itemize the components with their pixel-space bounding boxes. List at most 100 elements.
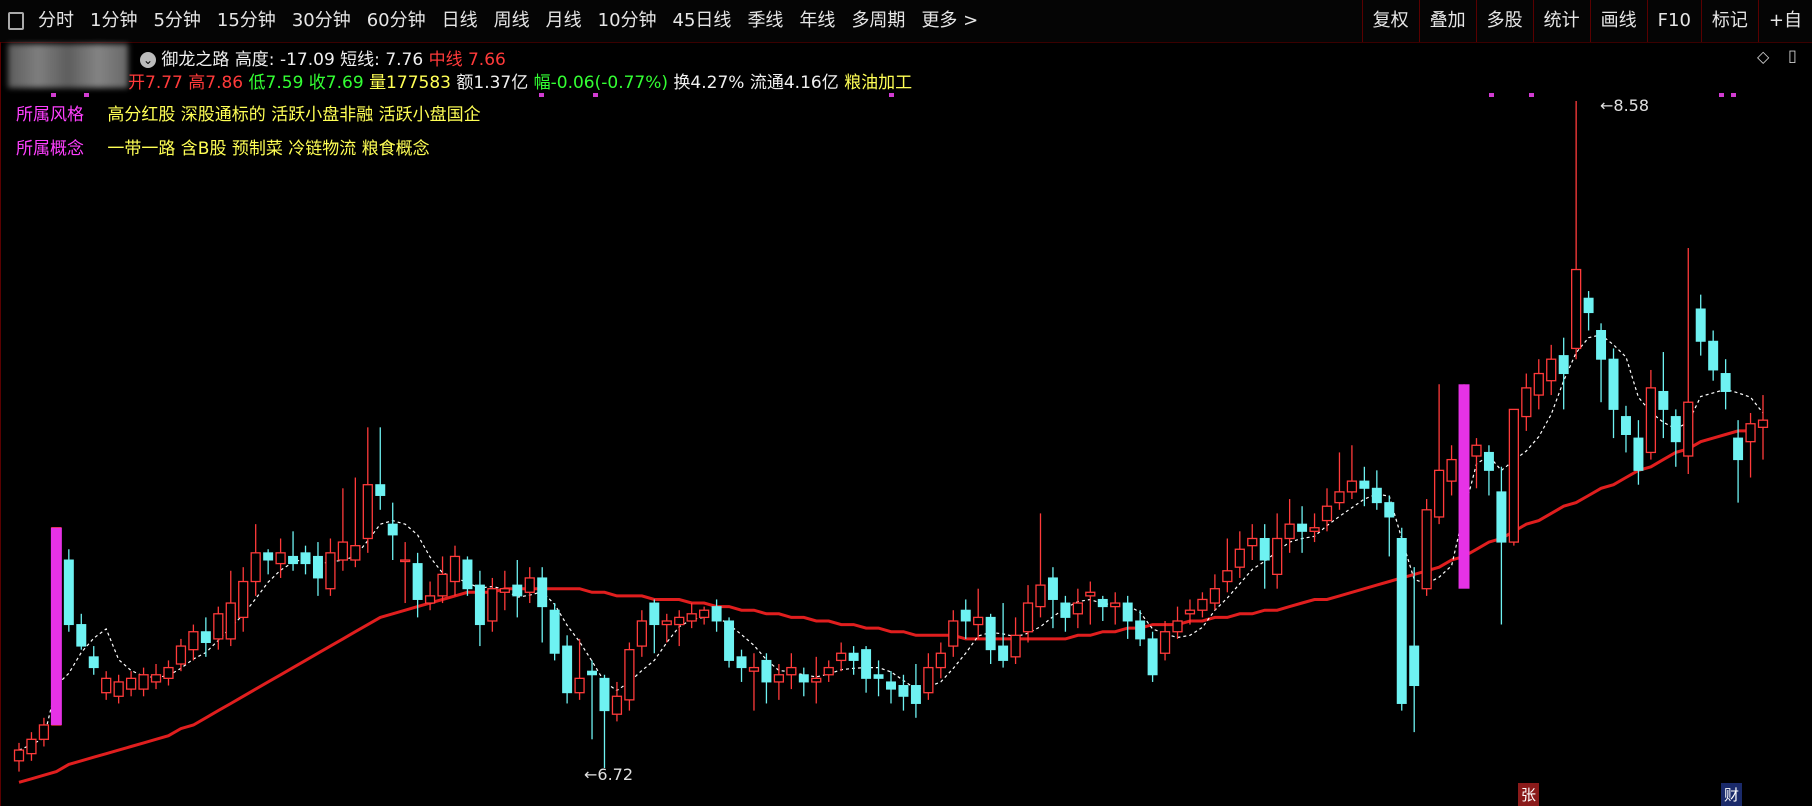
candle-body-down <box>412 563 423 600</box>
candle-body-down <box>387 523 398 536</box>
candle-body-down <box>587 670 598 676</box>
header-row-2: 开7.77 高7.86 低7.59 收7.69 量177583 额1.37亿 幅… <box>128 68 912 93</box>
finance-tag[interactable]: 财 <box>1721 783 1743 806</box>
period-tab-13[interactable]: 多周期 <box>843 0 913 42</box>
action-button-1[interactable]: 叠加 <box>1418 0 1476 42</box>
candle-body-up <box>661 620 672 626</box>
candle-body-down <box>1708 340 1719 371</box>
candle-body-up <box>275 552 286 565</box>
period-tabs: 分时 1分钟 5分钟 15分钟 30分钟 60分钟 日线 周线 月线 10分钟 45日线 季线 年线 多周… <box>0 0 986 42</box>
action-button-3[interactable]: 统计 <box>1532 0 1590 42</box>
turnover: 换4.27% <box>673 73 745 93</box>
period-tab-10[interactable]: 45日线 <box>665 0 740 42</box>
candle-body-up <box>113 681 124 697</box>
change: 幅-0.06(-0.77%) <box>533 73 669 93</box>
candle-body-up <box>238 580 249 619</box>
candle-body-up <box>823 666 834 676</box>
candle-body-up <box>1745 423 1756 443</box>
candle-body-up <box>1757 419 1769 428</box>
high-price-label: ←8.58 <box>1600 96 1650 115</box>
candle-body-up <box>524 577 535 593</box>
signal-marker <box>539 93 544 97</box>
candle-body-up <box>163 666 174 679</box>
candle-body-down <box>985 616 996 651</box>
candle-body-up <box>487 588 498 622</box>
candle-body-down <box>375 484 386 496</box>
candle-body-down <box>1670 416 1681 443</box>
scroll-icon[interactable]: ▯ <box>1788 46 1797 65</box>
candle-body-up <box>1446 458 1457 482</box>
candle-body-up <box>1234 548 1245 568</box>
action-button-2[interactable]: 多股 <box>1475 0 1533 42</box>
candle-body-up <box>125 677 137 690</box>
close-price: 收7.69 <box>308 73 364 93</box>
height-label: 高度: <box>234 50 275 70</box>
window-icon[interactable] <box>8 12 24 30</box>
ma-long-line <box>18 429 1751 784</box>
period-tab-9[interactable]: 10分钟 <box>590 0 665 42</box>
period-tab-0[interactable]: 分时 <box>30 0 82 42</box>
candle-body-down <box>960 609 971 622</box>
candle-body-up <box>225 602 236 640</box>
candle-body-down <box>1620 416 1631 435</box>
period-tab-6[interactable]: 日线 <box>434 0 486 42</box>
period-tab-1[interactable]: 1分钟 <box>82 0 145 42</box>
candle-body-down <box>1409 645 1420 687</box>
candle-body-down <box>861 649 872 679</box>
chevron-down-icon[interactable]: ⌄ <box>140 52 156 68</box>
limit-up-tag[interactable]: 张 <box>1518 783 1540 806</box>
candle-body-up <box>449 555 461 583</box>
candle-body-up <box>1421 509 1432 590</box>
limit-up-bar <box>50 527 62 725</box>
candle-body-up <box>574 677 585 694</box>
candle-body-up <box>26 738 37 755</box>
period-tab-4[interactable]: 30分钟 <box>284 0 359 42</box>
period-tab-7[interactable]: 周线 <box>486 0 538 42</box>
candle-body-up <box>1085 591 1096 597</box>
action-button-6[interactable]: 标记 <box>1700 0 1758 42</box>
candle-body-down <box>1047 577 1058 600</box>
candle-body-down <box>1060 602 1071 618</box>
candle-body-up <box>686 613 697 622</box>
period-tab-5[interactable]: 60分钟 <box>359 0 434 42</box>
action-button-5[interactable]: F10 <box>1646 0 1701 42</box>
period-tab-3[interactable]: 15分钟 <box>209 0 284 42</box>
candle-body-up <box>1035 584 1046 608</box>
period-tab-14[interactable]: 更多 > <box>913 0 986 42</box>
signal-marker <box>1529 93 1534 97</box>
period-tab-12[interactable]: 年线 <box>791 0 843 42</box>
candle-body-down <box>711 606 722 622</box>
candle-body-down <box>200 631 211 643</box>
candle-body-down <box>288 555 299 565</box>
period-tab-11[interactable]: 季线 <box>739 0 791 42</box>
candle-body-down <box>798 674 809 683</box>
candle-body-down <box>1720 373 1731 392</box>
candle-body-up <box>337 541 349 561</box>
period-tab-8[interactable]: 月线 <box>538 0 590 42</box>
mid-line-value: 7.66 <box>467 50 506 70</box>
candle-body-down <box>1695 308 1706 342</box>
candle-body-up <box>1222 570 1233 583</box>
candle-body-down <box>1097 598 1108 608</box>
candle-body-down <box>1496 491 1507 543</box>
chart-actions: 复权 叠加 多股 统计 画线 F10 标记 +自 <box>1361 0 1812 42</box>
candle-body-up <box>611 695 623 715</box>
candle-body-down <box>562 645 573 694</box>
action-button-4[interactable]: 画线 <box>1589 0 1647 42</box>
action-button-0[interactable]: 复权 <box>1361 0 1419 42</box>
candle-body-down <box>1558 355 1569 375</box>
signal-marker <box>1719 93 1724 97</box>
candle-body-down <box>848 652 859 661</box>
candle-body-up <box>1209 588 1221 604</box>
candle-body-down <box>1359 480 1370 489</box>
signal-marker <box>51 93 56 97</box>
candle-body-up <box>325 552 336 590</box>
low-price-label: ←6.72 <box>584 765 634 784</box>
action-button-7[interactable]: +自 <box>1757 0 1812 42</box>
concept-label: 所属概念 <box>16 139 84 159</box>
period-tab-2[interactable]: 5分钟 <box>145 0 208 42</box>
high-price: 高7.86 <box>188 73 244 93</box>
mid-line-label: 中线 <box>428 50 463 70</box>
candle-body-up <box>150 674 162 683</box>
diamond-icon[interactable]: ◇ <box>1757 47 1769 66</box>
